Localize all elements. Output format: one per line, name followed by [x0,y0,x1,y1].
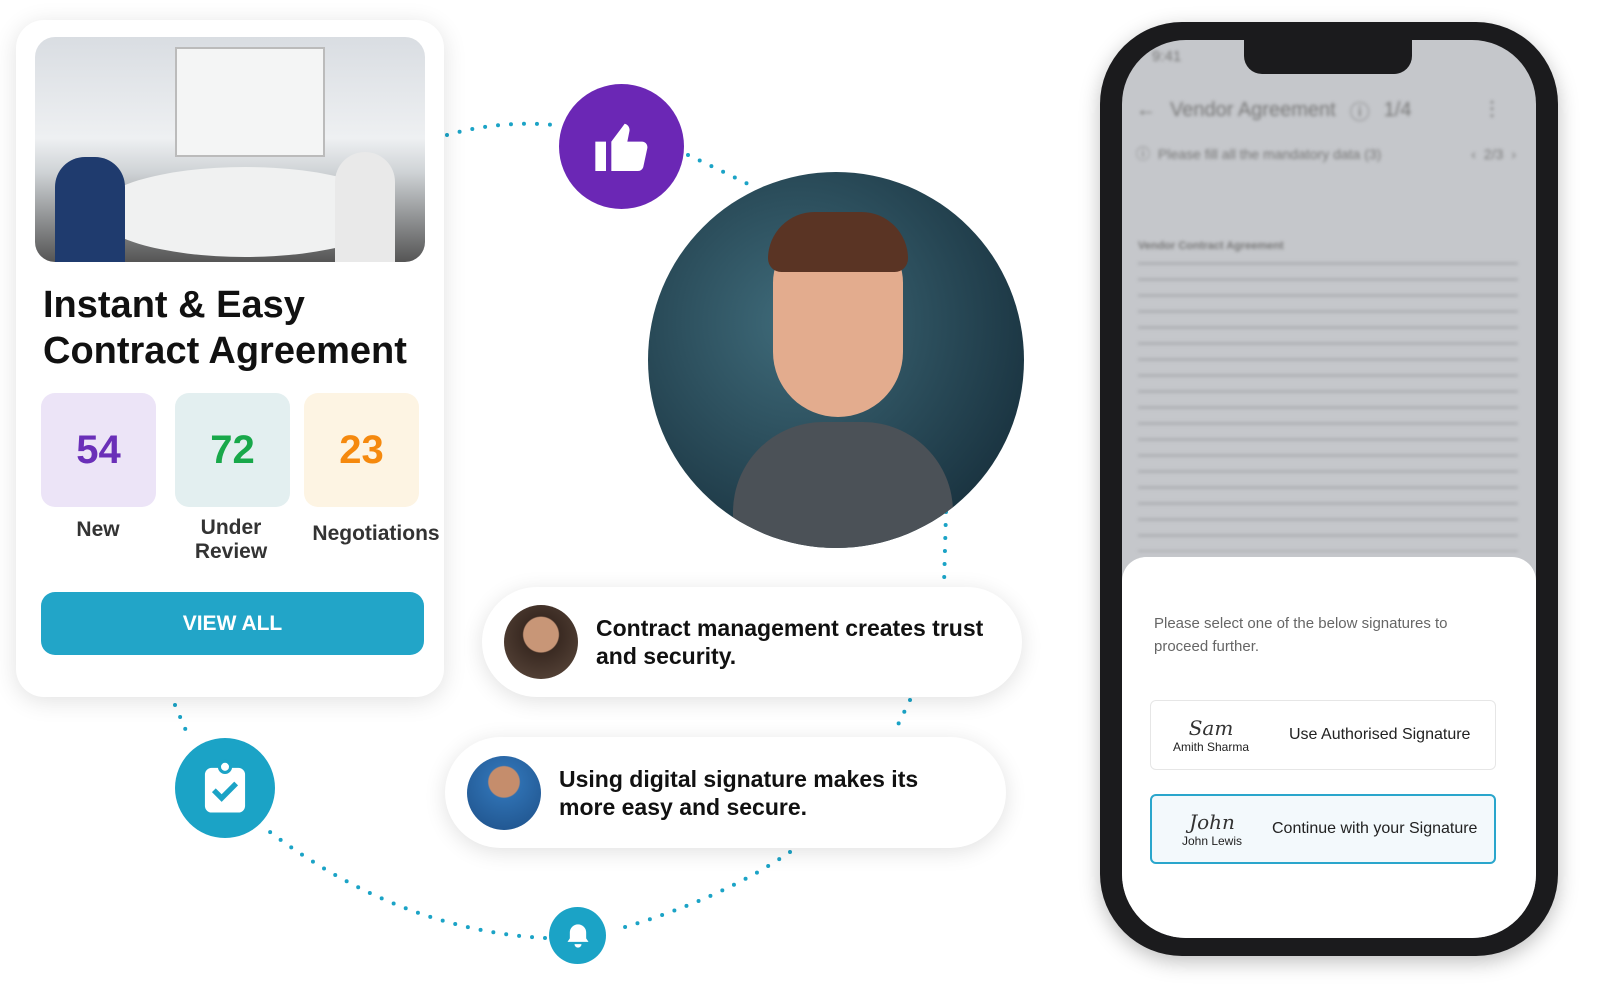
contract-card: Instant & Easy Contract Agreement 54 72 … [16,20,444,697]
option-label: Continue with your Signature [1272,820,1478,837]
title-line-2: Contract Agreement [43,330,407,372]
header-title: Vendor Agreement [1170,99,1336,121]
meeting-photo [35,37,425,262]
signature-prompt: Please select one of the below signature… [1154,615,1448,655]
phone-notch [1244,40,1412,74]
signature-sheet: Please select one of the below signature… [1122,557,1536,938]
bell-icon[interactable] [549,907,606,964]
phone-screen: 9:41 ← Vendor Agreement ⓘ 1/4 ⋮ ⓘ Please… [1122,40,1536,938]
prev-icon[interactable]: ‹ [1471,146,1476,162]
man-avatar [467,755,541,830]
your-signature-option[interactable]: John John Lewis Continue with your Signat… [1150,794,1496,864]
phone-mockup: 9:41 ← Vendor Agreement ⓘ 1/4 ⋮ ⓘ Please… [1100,22,1558,956]
info-icon: ⓘ [1136,146,1150,162]
notice-text: Please fill all the mandatory data (3) [1158,146,1382,162]
stat-new[interactable]: 54 [41,393,156,507]
card-title: Instant & Easy Contract Agreement [43,282,407,374]
status-time: 9:41 [1152,48,1182,65]
option-label: Use Authorised Signature [1289,726,1471,743]
title-line-1: Instant & Easy [43,284,305,326]
header-page: 1/4 [1383,99,1412,121]
more-menu-icon[interactable]: ⋮ [1482,96,1502,121]
app-header: ← Vendor Agreement ⓘ 1/4 [1136,96,1412,125]
notice-bar: ⓘ Please fill all the mandatory data (3)… [1136,144,1516,164]
info-icon[interactable]: ⓘ [1350,96,1370,125]
signature-image: Sam [1188,716,1234,740]
signature-image: John [1189,810,1235,834]
stat-negotiations[interactable]: 23 [304,393,419,507]
stat-label-new: New [76,518,120,541]
smiling-man-portrait [648,172,1024,548]
back-arrow-icon[interactable]: ← [1136,99,1156,122]
signer-name: John Lewis [1181,834,1243,848]
thumbs-up-icon [559,84,684,209]
notice-page: 2/3 [1483,146,1504,162]
stat-label-negotiations: Negotiations [312,522,440,545]
doc-title: Vendor Contract Agreement [1138,240,1284,252]
quote-bubble-trust: Contract management creates trust and se… [482,587,1022,697]
document-body [1138,262,1518,552]
next-icon[interactable]: › [1511,146,1516,162]
authorised-signature-option[interactable]: Sam Amith Sharma Use Authorised Signature [1150,700,1496,770]
signer-name: Amith Sharma [1172,740,1250,754]
view-all-button[interactable]: VIEW ALL [41,592,424,655]
clipboard-check-icon [175,738,275,838]
stat-under-review[interactable]: 72 [175,393,290,507]
quote-text: Contract management creates trust and se… [596,615,984,669]
woman-avatar [504,605,578,679]
stat-label-under-review: Under Review [194,516,268,563]
quote-text: Using digital signature makes its more e… [559,765,919,820]
quote-bubble-signature: Using digital signature makes its more e… [445,737,1006,848]
